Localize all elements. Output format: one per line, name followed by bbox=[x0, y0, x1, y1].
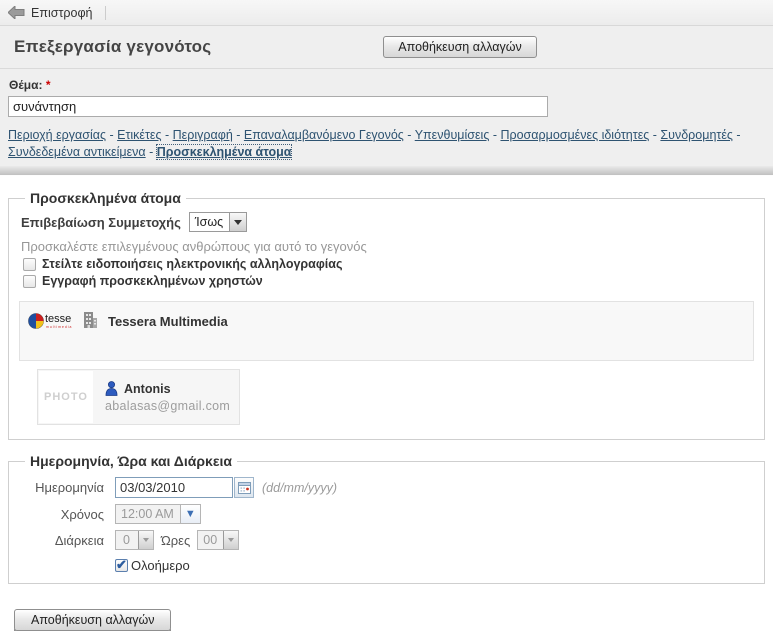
confirm-participation-value: Ίσως bbox=[190, 213, 229, 231]
nav-separator: - bbox=[162, 128, 173, 142]
tessera-logo: tessera multimedia bbox=[28, 308, 72, 335]
time-value: 12:00 AM bbox=[116, 505, 180, 523]
duration-minutes-select[interactable]: 00 bbox=[197, 530, 239, 550]
topbar-separator bbox=[105, 6, 106, 20]
nav-link-workspace[interactable]: Περιοχή εργασίας bbox=[8, 128, 106, 142]
calendar-button[interactable] bbox=[234, 477, 254, 498]
duration-hours-value: 0 bbox=[116, 531, 138, 549]
header-bottom-gradient bbox=[0, 166, 773, 176]
hours-label: Ώρες bbox=[161, 533, 190, 548]
svg-text:tessera: tessera bbox=[45, 313, 72, 325]
send-email-notifications-checkbox[interactable] bbox=[23, 258, 36, 271]
register-invited-users-checkbox[interactable] bbox=[23, 275, 36, 288]
header-area: Επιστροφή Επεξεργασία γεγονότος Αποθήκευ… bbox=[0, 0, 773, 176]
confirm-participation-label: Επιβεβαίωση Συμμετοχής bbox=[21, 215, 181, 230]
nav-link-recurring-event[interactable]: Επαναλαμβανόμενο Γεγονός bbox=[244, 128, 404, 142]
datetime-legend: Ημερομηνία, Ώρα και Διάρκεια bbox=[25, 453, 237, 469]
confirm-select-arrow-button[interactable] bbox=[229, 213, 246, 231]
calendar-icon bbox=[238, 481, 251, 494]
save-button-bottom[interactable]: Αποθήκευση αλλαγών bbox=[14, 609, 171, 631]
duration-minutes-arrow-button[interactable] bbox=[223, 531, 238, 549]
all-day-label[interactable]: Ολοήμερο bbox=[131, 558, 190, 573]
chevron-down-icon bbox=[143, 538, 149, 542]
date-label: Ημερομηνία bbox=[19, 480, 104, 495]
page-title: Επεξεργασία γεγονότος bbox=[14, 37, 211, 57]
register-invited-users-label[interactable]: Εγγραφή προσκεκλημένων χρηστών bbox=[42, 274, 263, 288]
company-row[interactable]: tessera multimedia Tessera Multimedia bbox=[19, 301, 754, 361]
back-label: Επιστροφή bbox=[31, 6, 93, 20]
datetime-section: Ημερομηνία, Ώρα και Διάρκεια Ημερομηνία … bbox=[8, 453, 765, 584]
subject-label: Θέμα: * bbox=[9, 78, 773, 92]
subject-label-text: Θέμα: bbox=[9, 78, 42, 92]
invited-people-section: Προσκεκλημένα άτομα Επιβεβαίωση Συμμετοχ… bbox=[8, 190, 765, 440]
person-icon bbox=[105, 381, 118, 396]
nav-separator: - bbox=[233, 128, 244, 142]
nav-separator: - bbox=[106, 128, 117, 142]
nav-link-tags[interactable]: Ετικέτες bbox=[117, 128, 161, 142]
company-name: Tessera Multimedia bbox=[108, 314, 228, 329]
duration-label: Διάρκεια bbox=[19, 533, 104, 548]
send-email-notifications-label[interactable]: Στείλτε ειδοποιήσεις ηλεκτρονικής αλληλο… bbox=[42, 257, 342, 271]
section-nav: Περιοχή εργασίας - Ετικέτες - Περιγραφή … bbox=[8, 127, 764, 161]
back-button[interactable]: Επιστροφή bbox=[8, 6, 93, 20]
time-select[interactable]: 12:00 AM ▼ bbox=[115, 504, 201, 524]
svg-text:multimedia: multimedia bbox=[46, 325, 72, 329]
required-asterisk: * bbox=[46, 78, 51, 92]
nav-separator: - bbox=[733, 128, 741, 142]
nav-link-description[interactable]: Περιγραφή bbox=[173, 128, 233, 142]
chevron-down-icon: ▼ bbox=[185, 509, 196, 520]
nav-separator: - bbox=[489, 128, 500, 142]
chevron-down-icon bbox=[234, 220, 242, 225]
header-divider bbox=[0, 68, 773, 69]
invited-person-card[interactable]: PHOTO Antonis abalasas@gmail.com bbox=[37, 369, 240, 425]
nav-separator: - bbox=[404, 128, 415, 142]
date-format-hint: (dd/mm/yyyy) bbox=[262, 481, 337, 495]
person-photo-placeholder: PHOTO bbox=[39, 371, 93, 423]
invite-hint-text: Προσκαλέστε επιλεγμένους ανθρώπους για α… bbox=[21, 239, 754, 254]
nav-link-subscribers[interactable]: Συνδρομητές bbox=[660, 128, 733, 142]
nav-separator: - bbox=[146, 145, 157, 159]
nav-link-custom-properties[interactable]: Προσαρμοσμένες ιδιότητες bbox=[500, 128, 649, 142]
time-select-arrow-button[interactable]: ▼ bbox=[180, 505, 200, 523]
invited-people-legend: Προσκεκλημένα άτομα bbox=[25, 190, 186, 206]
duration-minutes-value: 00 bbox=[198, 531, 223, 549]
duration-hours-select[interactable]: 0 bbox=[115, 530, 154, 550]
building-icon bbox=[82, 311, 98, 329]
confirm-participation-select[interactable]: Ίσως bbox=[189, 212, 247, 232]
back-bar: Επιστροφή bbox=[0, 0, 773, 26]
nav-link-invited-people[interactable]: Προσκεκλημένα άτομα bbox=[157, 145, 292, 159]
subject-input[interactable] bbox=[8, 96, 548, 117]
all-day-checkbox[interactable] bbox=[115, 559, 128, 572]
duration-hours-arrow-button[interactable] bbox=[138, 531, 153, 549]
nav-separator: - bbox=[649, 128, 660, 142]
date-input[interactable] bbox=[115, 477, 233, 498]
time-label: Χρόνος bbox=[19, 507, 104, 522]
person-name: Antonis bbox=[124, 382, 171, 396]
nav-link-linked-items[interactable]: Συνδεδεμένα αντικείμενα bbox=[8, 145, 146, 159]
save-button-top[interactable]: Αποθήκευση αλλαγών bbox=[383, 36, 536, 58]
nav-link-reminders[interactable]: Υπενθυμίσεις bbox=[415, 128, 490, 142]
person-email: abalasas@gmail.com bbox=[105, 399, 230, 413]
chevron-down-icon bbox=[228, 538, 234, 542]
arrow-left-icon bbox=[8, 6, 25, 19]
